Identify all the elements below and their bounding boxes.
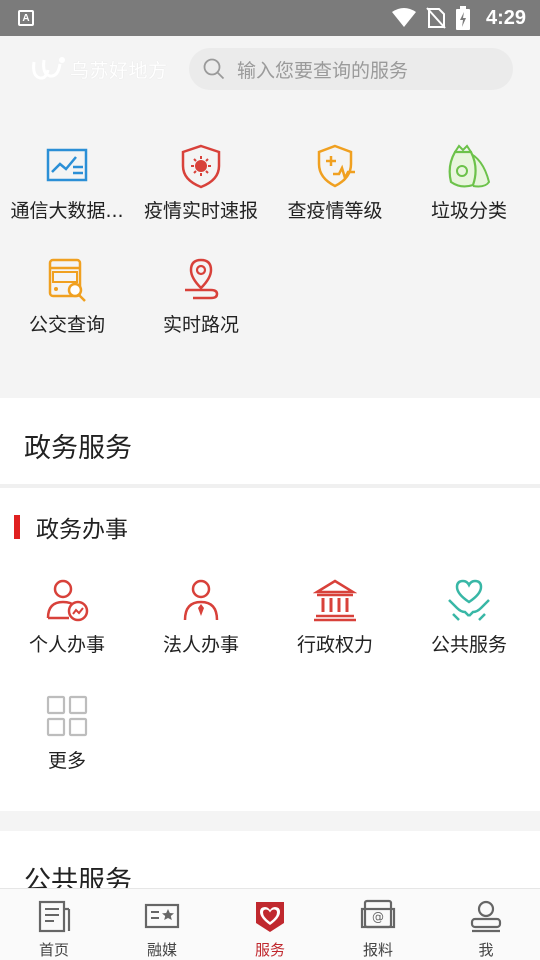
quick-item-label: 通信大数据... [10,200,124,222]
nav-label: 融媒 [146,941,177,959]
quick-item-label: 实时路况 [162,314,239,336]
bottom-navigation: 首页 融媒 服务 @ 报料 我 [0,888,540,960]
service-item-public[interactable]: 公共服务 [402,578,536,657]
search-icon [203,58,225,80]
quick-item-traffic[interactable]: 实时路况 [134,256,268,337]
service-item-legal[interactable]: 法人办事 [134,578,268,657]
report-icon: @ [360,899,396,929]
service-item-label: 个人办事 [28,634,105,656]
service-item-label: 更多 [47,750,86,772]
public-section-header: 公共服务 [0,831,540,888]
nav-item-home[interactable]: 首页 [0,889,108,960]
quick-item-label: 垃圾分类 [430,200,507,222]
accent-bar [14,515,20,539]
grid-more-icon [46,695,88,737]
section-title: 公共服务 [24,866,132,888]
bus-search-icon [48,258,86,302]
quick-item-garbage[interactable]: 垃圾分类 [402,142,536,223]
subsection-title: 政务办事 [14,510,128,544]
virus-shield-icon [181,144,221,189]
heart-hands-icon [448,579,490,621]
top-header: 乌苏好地方 输入您要查询的服务 [0,36,540,102]
nav-item-service[interactable]: 服务 [216,889,324,960]
battery-icon [455,6,470,30]
logo-text: 乌苏好地方 [70,59,168,82]
garbage-bag-icon [448,144,491,188]
section-title: 政务服务 [24,433,132,464]
quick-item-bus[interactable]: 公交查询 [0,256,134,337]
service-item-label: 公共服务 [430,634,507,656]
app-logo: 乌苏好地方 [30,54,188,84]
service-item-label: 法人办事 [162,634,239,656]
no-sim-icon [426,7,446,29]
quick-item-label: 公交查询 [28,314,105,336]
media-card-icon [144,903,180,929]
notification-badge: A [18,10,34,26]
search-placeholder: 输入您要查询的服务 [237,59,409,82]
nav-item-report[interactable]: @ 报料 [324,889,432,960]
wusu-logo-icon [32,57,65,80]
service-item-personal[interactable]: 个人办事 [0,578,134,657]
subsection-label: 政务办事 [36,517,128,543]
government-affairs-panel: 政务办事 个人办事 法人办事 行政权力 公共服务 更多 [0,488,540,811]
nav-label: 首页 [38,941,69,959]
clock: 4:29 [485,6,526,29]
home-news-icon [38,900,71,933]
legal-person-icon [183,579,219,621]
location-route-icon [185,258,219,300]
service-item-label: 行政权力 [296,634,373,656]
quick-item-label: 查疫情等级 [287,200,383,222]
status-bar: A 4:29 [0,0,540,36]
section-gap [0,811,540,831]
government-building-icon [313,579,357,622]
health-shield-icon [317,144,355,188]
person-service-icon [46,579,89,622]
service-item-more[interactable]: 更多 [0,694,134,773]
quick-item-label: 疫情实时速报 [143,200,258,222]
nav-label: 服务 [254,941,285,959]
nav-item-me[interactable]: 我 [432,889,540,960]
nav-label: 我 [478,941,494,959]
data-chart-icon [46,148,88,182]
quick-item-epidemic-report[interactable]: 疫情实时速报 [134,142,268,223]
service-heart-icon [256,902,284,932]
svg-text:@: @ [372,910,384,924]
profile-icon [470,900,502,933]
search-bar[interactable]: 输入您要查询的服务 [189,48,513,90]
service-item-administrative[interactable]: 行政权力 [268,578,402,657]
quick-item-big-data[interactable]: 通信大数据... [0,142,134,223]
quick-item-epidemic-level[interactable]: 查疫情等级 [268,142,402,223]
government-section-header: 政务服务 [0,398,540,484]
nav-item-media[interactable]: 融媒 [108,889,216,960]
wifi-icon [391,8,416,27]
quick-services: 通信大数据... 疫情实时速报 查疫情等级 垃圾分类 公交查询 实时路况 [0,102,540,398]
nav-label: 报料 [362,941,393,959]
